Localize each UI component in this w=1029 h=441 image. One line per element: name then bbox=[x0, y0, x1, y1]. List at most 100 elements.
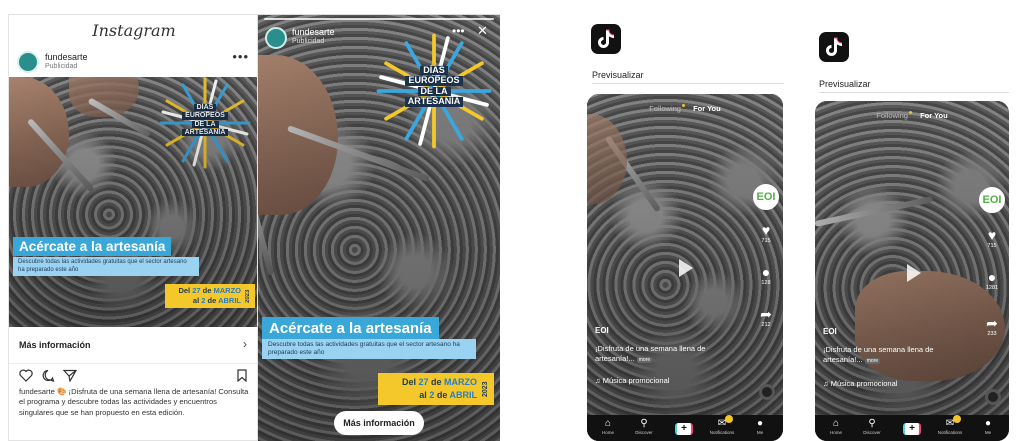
nav-home[interactable]: ⌂ Home bbox=[819, 418, 853, 435]
share-arrow-icon: ➦ bbox=[760, 306, 772, 322]
nav-create[interactable]: + bbox=[895, 418, 929, 436]
comment-count: 1281 bbox=[985, 285, 999, 291]
sunburst-graphic bbox=[159, 77, 251, 169]
nav-discover[interactable]: ⚲ Discover bbox=[627, 418, 661, 435]
like-button[interactable]: ♥ 715 bbox=[980, 227, 1004, 250]
search-icon: ⚲ bbox=[640, 418, 648, 429]
play-icon[interactable] bbox=[679, 259, 693, 277]
divider bbox=[819, 92, 1009, 93]
share-count: 212 bbox=[761, 322, 771, 328]
chevron-right-icon: › bbox=[243, 337, 247, 351]
nav-notifications[interactable]: ✉ Notifications bbox=[933, 415, 967, 435]
hand-image bbox=[69, 77, 139, 117]
music-label[interactable]: ♫ Música promocional bbox=[595, 376, 669, 385]
post-actions bbox=[19, 369, 249, 383]
more-info-button[interactable]: Más información bbox=[334, 411, 424, 435]
share-button[interactable]: ➦ 212 bbox=[754, 306, 778, 329]
like-button[interactable]: ♥ 715 bbox=[754, 222, 778, 245]
tab-for-you[interactable]: For You bbox=[920, 111, 948, 120]
hand-image bbox=[587, 114, 627, 204]
avatar[interactable] bbox=[265, 27, 287, 49]
nav-discover[interactable]: ⚲ Discover bbox=[855, 418, 889, 435]
account-name[interactable]: fundesarte bbox=[45, 52, 88, 62]
subheadline-banner: Descubre todas las actividades gratuitas… bbox=[13, 257, 199, 276]
post-image[interactable]: DÍAS EUROPEOS DE LA ARTESANÍA Acércate a… bbox=[9, 77, 257, 327]
bottom-navigation: ⌂ Home ⚲ Discover + ✉ Notifications ● Me bbox=[587, 415, 783, 441]
more-dots-icon[interactable]: ••• bbox=[452, 24, 465, 38]
date-box: Del 27 de MARZO al 2 de ABRIL bbox=[165, 284, 245, 308]
share-icon[interactable] bbox=[63, 369, 77, 382]
video-description: ¡Disfruta de una semana llena de artesan… bbox=[823, 345, 934, 364]
home-icon: ⌂ bbox=[832, 418, 840, 429]
more-tag[interactable]: more bbox=[864, 358, 881, 364]
chisel-image bbox=[26, 117, 95, 193]
headline-banner: Acércate a la artesanía bbox=[13, 237, 172, 256]
avatar[interactable] bbox=[17, 51, 39, 73]
instagram-feed-preview: Instagram fundesarte Publicidad ••• DÍAS bbox=[8, 14, 258, 441]
inbox-icon: ✉ bbox=[945, 418, 955, 429]
video-username[interactable]: EOI bbox=[823, 327, 837, 336]
brand-avatar[interactable]: EOI bbox=[753, 184, 779, 210]
headline-banner: Acércate a la artesanía bbox=[262, 317, 439, 340]
nav-create[interactable]: + bbox=[667, 418, 701, 436]
hand-image bbox=[258, 55, 338, 215]
close-icon[interactable]: ✕ bbox=[477, 23, 488, 39]
inbox-icon: ✉ bbox=[717, 418, 727, 429]
subheadline-banner: Descubre todas las actividades gratuitas… bbox=[262, 339, 476, 359]
tiktok-note-icon bbox=[598, 29, 615, 48]
nav-notifications[interactable]: ✉ Notifications bbox=[705, 415, 739, 435]
nav-me[interactable]: ● Me bbox=[743, 418, 777, 435]
play-icon[interactable] bbox=[907, 264, 921, 282]
preview-label: Previsualizar bbox=[819, 79, 871, 89]
heart-icon[interactable] bbox=[19, 369, 33, 382]
comment-icon: ● bbox=[987, 269, 997, 285]
home-icon: ⌂ bbox=[604, 418, 612, 429]
comment-icon: ● bbox=[761, 264, 771, 280]
tiktok-logo bbox=[591, 24, 621, 54]
music-disc-icon[interactable] bbox=[985, 389, 1001, 405]
profile-icon: ● bbox=[984, 418, 992, 429]
video-username[interactable]: EOI bbox=[595, 326, 609, 335]
year-tag: 2023 bbox=[245, 284, 255, 308]
comment-icon[interactable] bbox=[41, 369, 55, 382]
share-count: 233 bbox=[987, 331, 997, 337]
instagram-story-preview: fundesarte Publicidad ••• ✕ DÍAS EUROPEO… bbox=[258, 14, 500, 441]
music-disc-icon[interactable] bbox=[759, 384, 775, 400]
nav-home[interactable]: ⌂ Home bbox=[591, 418, 625, 435]
comment-count: 128 bbox=[761, 280, 771, 286]
music-label[interactable]: ♫ Música promocional bbox=[823, 379, 897, 388]
notification-badge bbox=[953, 415, 961, 423]
comment-button[interactable]: ● 128 bbox=[754, 264, 778, 287]
story-progress-bar bbox=[264, 18, 494, 20]
comment-button[interactable]: ● 1281 bbox=[980, 269, 1004, 292]
share-button[interactable]: ➦ 233 bbox=[980, 315, 1004, 338]
sponsored-label: Publicidad bbox=[292, 38, 325, 45]
hand-image bbox=[9, 77, 69, 187]
tab-following[interactable]: Following bbox=[649, 104, 681, 113]
more-info-link[interactable]: Más información › bbox=[9, 328, 257, 364]
like-count: 715 bbox=[987, 243, 997, 249]
date-box: Del 27 de MARZO al 2 de ABRIL bbox=[378, 373, 482, 405]
tiktok-phone-preview-2: Following For You EOI ♥ 715 ● 1281 ➦ 233… bbox=[815, 101, 1009, 441]
search-icon: ⚲ bbox=[868, 418, 876, 429]
account-name[interactable]: fundesarte bbox=[292, 27, 335, 37]
post-header: fundesarte Publicidad ••• bbox=[17, 49, 253, 79]
nav-me[interactable]: ● Me bbox=[971, 418, 1005, 435]
share-arrow-icon: ➦ bbox=[986, 315, 998, 331]
tiktok-note-icon bbox=[826, 37, 843, 56]
tiktok-logo bbox=[819, 32, 849, 62]
tab-following[interactable]: Following bbox=[876, 111, 908, 120]
bookmark-icon[interactable] bbox=[237, 369, 247, 382]
feed-tabs: Following For You bbox=[587, 104, 783, 113]
more-dots-icon[interactable]: ••• bbox=[232, 49, 249, 64]
profile-icon: ● bbox=[756, 418, 764, 429]
heart-icon: ♥ bbox=[987, 227, 997, 243]
video-description: ¡Disfruta de una semana llena de artesan… bbox=[595, 344, 706, 363]
brand-avatar[interactable]: EOI bbox=[979, 187, 1005, 213]
tab-for-you[interactable]: For You bbox=[693, 104, 721, 113]
chisel-image bbox=[815, 196, 934, 227]
plus-icon: + bbox=[675, 423, 693, 435]
chisel-image bbox=[258, 187, 275, 276]
chisel-image bbox=[604, 135, 662, 213]
more-tag[interactable]: more bbox=[636, 357, 653, 363]
